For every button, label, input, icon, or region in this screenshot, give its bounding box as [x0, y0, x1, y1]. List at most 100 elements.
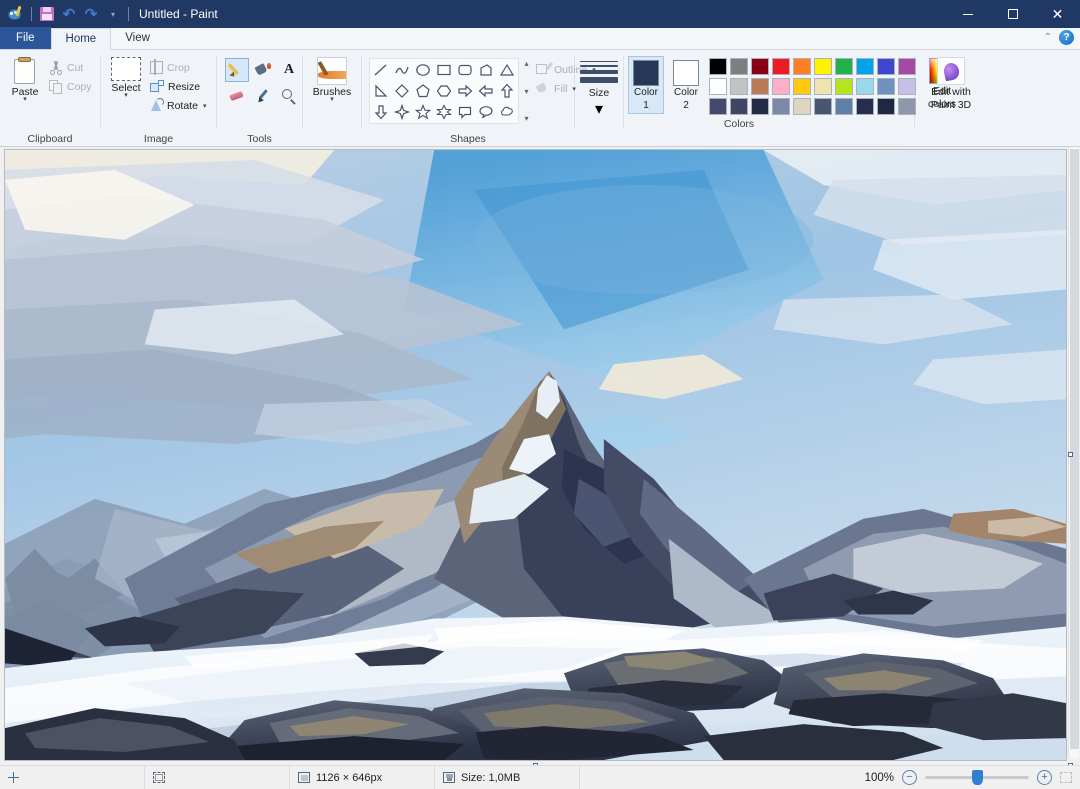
scrollbar-thumb[interactable] [1070, 149, 1079, 749]
shape-cloud-callout[interactable] [497, 102, 517, 122]
color-swatch-r3-c2[interactable] [730, 98, 748, 115]
select-button[interactable]: Select ▾ [105, 55, 147, 101]
color-1-button[interactable]: Color 1 [628, 56, 664, 114]
shape-line[interactable] [371, 60, 391, 80]
chevron-down-icon[interactable]: ▾ [520, 87, 533, 96]
shape-right-triangle[interactable] [371, 81, 391, 101]
canvas-resize-handle-right[interactable] [1068, 452, 1073, 457]
save-button[interactable] [36, 3, 58, 25]
customize-qat-button[interactable]: ▾ [102, 3, 124, 25]
color-swatch-r1-c3[interactable] [751, 58, 769, 75]
color-swatch-r3-c7[interactable] [835, 98, 853, 115]
shape-rounded-rectangle[interactable] [455, 60, 475, 80]
color-swatch-r1-c8[interactable] [856, 58, 874, 75]
color-swatch-r2-c1[interactable] [709, 78, 727, 95]
shape-hexagon[interactable] [434, 81, 454, 101]
color-swatch-r3-c9[interactable] [877, 98, 895, 115]
color-swatch-r3-c4[interactable] [772, 98, 790, 115]
drawing-canvas[interactable] [4, 149, 1067, 761]
shape-rectangle[interactable] [434, 60, 454, 80]
color-swatch-r3-c5[interactable] [793, 98, 811, 115]
collapse-ribbon-icon[interactable]: ⌃ [1044, 32, 1052, 43]
shape-right-arrow[interactable] [455, 81, 475, 101]
zoom-slider-thumb[interactable] [972, 770, 983, 785]
eraser-tool-button[interactable] [225, 84, 249, 108]
magnifier-tool-button[interactable] [277, 84, 301, 108]
color-2-button[interactable]: Color 2 [668, 56, 704, 114]
zoom-in-button[interactable]: + [1037, 770, 1052, 785]
color-swatch-r2-c5[interactable] [793, 78, 811, 95]
tab-file[interactable]: File [0, 27, 51, 49]
shapes-gallery[interactable] [369, 58, 519, 124]
shape-oval[interactable] [413, 60, 433, 80]
color-swatch-r2-c7[interactable] [835, 78, 853, 95]
resize-button[interactable]: Resize [147, 77, 211, 96]
pencil-tool-button[interactable] [225, 58, 249, 82]
zoom-slider[interactable] [925, 770, 1029, 785]
fill-tool-button[interactable] [251, 58, 275, 82]
color-swatch-r2-c4[interactable] [772, 78, 790, 95]
undo-button[interactable]: ↶ [58, 3, 80, 25]
color-swatch-r1-c2[interactable] [730, 58, 748, 75]
color-swatch-r1-c9[interactable] [877, 58, 895, 75]
canvas-area[interactable] [0, 147, 1080, 765]
size-button[interactable]: Size ▾ [580, 55, 618, 119]
color-swatch-r3-c10[interactable] [898, 98, 916, 115]
color-swatch-r3-c1[interactable] [709, 98, 727, 115]
color-swatch-r1-c5[interactable] [793, 58, 811, 75]
color-swatch-r3-c6[interactable] [814, 98, 832, 115]
tab-home[interactable]: Home [51, 28, 112, 50]
shape-oval-callout[interactable] [476, 102, 496, 122]
color-swatch-r1-c10[interactable] [898, 58, 916, 75]
shape-five-point-star[interactable] [413, 102, 433, 122]
redo-button[interactable]: ↷ [80, 3, 102, 25]
maximize-button[interactable] [990, 0, 1035, 28]
paste-button[interactable]: Paste ▾ [4, 55, 46, 105]
color-palette[interactable] [708, 56, 917, 116]
shape-six-point-star[interactable] [434, 102, 454, 122]
color-swatch-r2-c10[interactable] [898, 78, 916, 95]
shape-polygon[interactable] [476, 60, 496, 80]
brushes-button[interactable]: Brushes ▾ [308, 55, 357, 105]
shapes-more-icon[interactable]: ▾ [520, 114, 533, 123]
ribbon-group-size: Size ▾ [575, 50, 623, 146]
color-swatch-r1-c7[interactable] [835, 58, 853, 75]
shape-diamond[interactable] [392, 81, 412, 101]
shape-down-arrow[interactable] [371, 102, 391, 122]
tab-view[interactable]: View [111, 27, 164, 49]
rotate-button[interactable]: Rotate ▾ [147, 96, 211, 115]
shape-pentagon[interactable] [413, 81, 433, 101]
color-swatch-r2-c6[interactable] [814, 78, 832, 95]
chevron-up-icon[interactable]: ▴ [520, 59, 533, 68]
shape-triangle[interactable] [497, 60, 517, 80]
fit-to-window-icon[interactable] [1060, 772, 1072, 783]
color-swatch-r2-c2[interactable] [730, 78, 748, 95]
app-menu-icon[interactable] [5, 3, 27, 25]
close-button[interactable]: ✕ [1035, 0, 1080, 28]
color-swatch-r1-c4[interactable] [772, 58, 790, 75]
help-button[interactable]: ? [1059, 30, 1074, 45]
colors-group-label: Colors [624, 116, 914, 131]
zoom-out-button[interactable]: − [902, 770, 917, 785]
color-picker-tool-button[interactable] [251, 84, 275, 108]
shapes-scroll-controls[interactable]: ▴ ▾ ▾ [520, 58, 533, 124]
edit-with-paint-3d-button[interactable]: Edit with Paint 3D [926, 55, 976, 113]
copy-button[interactable]: Copy [46, 77, 97, 96]
color-swatch-r1-c1[interactable] [709, 58, 727, 75]
cut-button[interactable]: Cut [46, 58, 97, 77]
shape-rounded-callout[interactable] [455, 102, 475, 122]
shape-left-arrow[interactable] [476, 81, 496, 101]
text-tool-button[interactable]: A [277, 58, 301, 82]
minimize-button[interactable] [945, 0, 990, 28]
color-swatch-r3-c3[interactable] [751, 98, 769, 115]
tabstrip-right-controls: ⌃ ? [1044, 30, 1074, 45]
shape-four-point-star[interactable] [392, 102, 412, 122]
color-swatch-r2-c3[interactable] [751, 78, 769, 95]
shape-curve[interactable] [392, 60, 412, 80]
color-swatch-r2-c9[interactable] [877, 78, 895, 95]
color-swatch-r3-c8[interactable] [856, 98, 874, 115]
shape-up-arrow[interactable] [497, 81, 517, 101]
crop-button[interactable]: Crop [147, 58, 211, 77]
color-swatch-r2-c8[interactable] [856, 78, 874, 95]
color-swatch-r1-c6[interactable] [814, 58, 832, 75]
